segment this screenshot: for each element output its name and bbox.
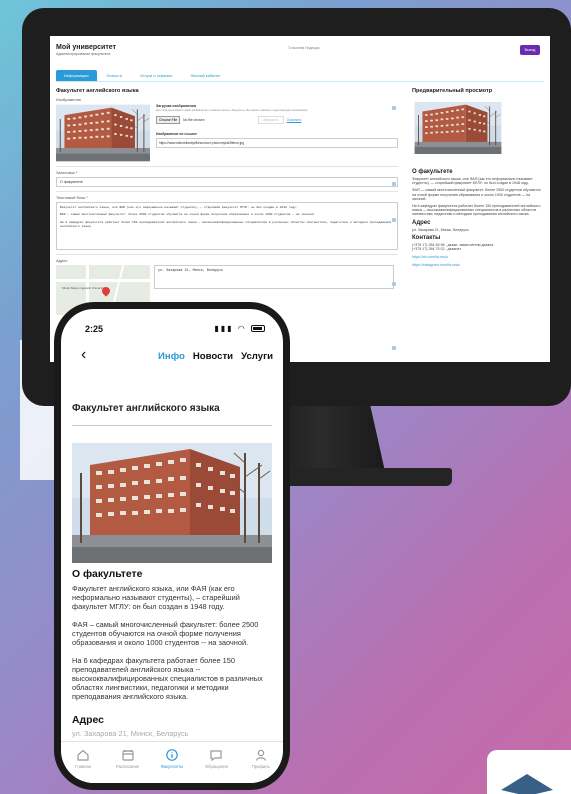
app-subtitle: Администрирование факультета bbox=[56, 52, 111, 56]
preview-paragraph: На 6 кафедрах факультета работает более … bbox=[412, 204, 541, 217]
nav-info[interactable]: Инфо bbox=[158, 351, 185, 362]
file-status: No file chosen bbox=[183, 118, 205, 122]
tabbar-schedule[interactable]: Расписание bbox=[108, 748, 148, 783]
phone-content: О факультете Факультет английского языка… bbox=[72, 569, 272, 738]
user-icon bbox=[255, 749, 266, 761]
status-time: 2:25 bbox=[85, 324, 104, 334]
upload-button[interactable]: Загрузить bbox=[258, 116, 284, 124]
tabbar-label: Обращения bbox=[204, 764, 228, 769]
admin-header: Мой университет Администрирование факуль… bbox=[56, 44, 544, 66]
nav-links: Инфо Новости Услуги bbox=[158, 351, 273, 362]
drag-handle-icon[interactable] bbox=[392, 182, 396, 186]
preview-building-image bbox=[412, 102, 504, 154]
tabbar-label: Профиль bbox=[251, 764, 270, 769]
upload-hint: Для загрузки выберите файл изображения и… bbox=[156, 109, 308, 112]
text-block-label: Текстовый блок * bbox=[56, 195, 88, 200]
tabbar-faculties[interactable]: Факультеты bbox=[152, 748, 192, 783]
phone-nav: ‹ Инфо Новости Услуги bbox=[61, 345, 283, 371]
admin-tabs: Информация Новости Услуги и сервисы Личн… bbox=[56, 70, 544, 82]
preview-about-heading: О факультете bbox=[412, 169, 453, 175]
phone-frame: 2:25 ▮▮▮ ◠ ‹ Инфо Новости Услуги Факульт… bbox=[54, 302, 290, 790]
upload-controls: Choose File No file chosen Загрузить Очи… bbox=[156, 116, 398, 124]
chevron-left-icon[interactable]: ‹ bbox=[81, 346, 86, 364]
tabbar-profile[interactable]: Профиль bbox=[241, 748, 281, 783]
image-url-label: Изображение по ссылке bbox=[156, 132, 197, 136]
clear-link[interactable]: Очистить bbox=[287, 118, 302, 122]
choose-file-button[interactable]: Choose File bbox=[156, 116, 181, 124]
phone-screen: 2:25 ▮▮▮ ◠ ‹ Инфо Новости Услуги Факульт… bbox=[61, 309, 283, 783]
tab-info[interactable]: Информация bbox=[56, 70, 97, 81]
preview-address: ул. Захарова 21, Минск, Беларусь bbox=[412, 227, 469, 232]
preview-contact-line: (+375 17) 284 75 02 - деканат bbox=[412, 247, 461, 252]
preview-address-heading: Адрес bbox=[412, 219, 431, 226]
text-paragraph: Факультет английского языка, или ФАЯ (ка… bbox=[60, 206, 298, 209]
editor-title: Факультет английского языка bbox=[56, 88, 139, 94]
phone-address: ул. Захарова 21, Минск, Беларусь bbox=[72, 729, 189, 738]
text-paragraph: ФАЯ — самый многочисленный факультет: бо… bbox=[60, 213, 316, 217]
tabbar-home[interactable]: Главная bbox=[63, 748, 103, 783]
corner-logo bbox=[487, 750, 571, 794]
image-url-input[interactable]: https://www.sbitureilanbyi/files/univer-… bbox=[156, 138, 398, 148]
phone-tabbar: Главная Расписание Факультеты Обращения … bbox=[61, 741, 283, 783]
tab-cabinet[interactable]: Личный кабинет bbox=[182, 70, 228, 81]
text-paragraph: На 6 кафедрах факультета работает более … bbox=[60, 220, 392, 229]
preview-panel: Предварительный просмотр О факультете Фа… bbox=[412, 88, 542, 267]
phone-about-heading: О факультете bbox=[72, 569, 143, 580]
map-label: Minsk State Linguistic University bbox=[62, 286, 106, 290]
text-block-input[interactable]: Факультет английского языка, или ФАЯ (ка… bbox=[56, 202, 398, 250]
map-road bbox=[56, 279, 150, 282]
preview-contacts-heading: Контакты bbox=[412, 234, 441, 241]
tabbar-requests[interactable]: Обращения bbox=[196, 748, 236, 783]
drag-handle-icon[interactable] bbox=[392, 346, 396, 350]
phone-paragraph: ФАЯ – самый многочисленный факультет: бо… bbox=[72, 620, 259, 647]
divider bbox=[72, 425, 272, 426]
exit-button[interactable]: Выход bbox=[520, 45, 540, 55]
upload-block: Загрузка изображения Для загрузки выбери… bbox=[156, 104, 398, 162]
chat-icon bbox=[210, 750, 222, 762]
preview-link-instagram[interactable]: https://instagram.com/fia-mslu bbox=[412, 263, 542, 267]
user-name: Толкачева Надежда bbox=[288, 46, 320, 50]
drag-handle-icon[interactable] bbox=[392, 282, 396, 286]
preview-paragraph: ФАЯ — самый многочисленный факультет: бо… bbox=[412, 188, 541, 201]
divider bbox=[56, 254, 398, 255]
tabbar-label: Факультеты bbox=[160, 764, 184, 769]
image-row: Загрузка изображения Для загрузки выбери… bbox=[56, 104, 398, 162]
nav-news[interactable]: Новости bbox=[193, 351, 233, 362]
tab-services[interactable]: Услуги и сервисы bbox=[132, 70, 180, 81]
preview-title: Предварительный просмотр bbox=[412, 88, 493, 94]
address-label: Адрес bbox=[56, 258, 68, 263]
divider bbox=[56, 166, 398, 167]
preview-paragraph: Факультет английского языка, или ФАЯ (ка… bbox=[412, 177, 533, 186]
status-bar: 2:25 ▮▮▮ ◠ bbox=[61, 309, 283, 339]
phone-address-heading: Адрес bbox=[72, 715, 104, 726]
logo-icon bbox=[501, 774, 553, 794]
expand-icon[interactable] bbox=[392, 106, 396, 110]
tabbar-label: Главная bbox=[75, 764, 92, 769]
drag-handle-icon[interactable] bbox=[392, 218, 396, 222]
preview-link-vk[interactable]: https://vk.com/fia-mslu bbox=[412, 255, 542, 259]
signal-icon: ▮▮▮ bbox=[214, 324, 234, 333]
faculty-building-image bbox=[56, 104, 150, 162]
phone-paragraph: Факультет английского языка, или ФАЯ (ка… bbox=[72, 584, 240, 611]
divider bbox=[56, 191, 398, 192]
title-label: Заголовок * bbox=[56, 170, 78, 175]
info-icon bbox=[166, 749, 178, 761]
wifi-icon: ◠ bbox=[237, 324, 247, 333]
battery-icon bbox=[251, 325, 265, 333]
phone-paragraph: На 6 кафедрах факультета работает более … bbox=[72, 656, 263, 701]
home-icon bbox=[77, 749, 89, 761]
phone-page-title: Факультет английского языка bbox=[72, 403, 220, 414]
tabbar-label: Расписание bbox=[116, 764, 140, 769]
upload-title: Загрузка изображения bbox=[156, 104, 196, 108]
tab-news[interactable]: Новости bbox=[99, 70, 130, 81]
phone-building-image bbox=[72, 443, 272, 563]
title-input[interactable]: О факультете bbox=[56, 177, 398, 187]
calendar-icon bbox=[121, 750, 134, 761]
address-input[interactable]: ул. Захарова 21, Минск, Беларусь bbox=[154, 265, 394, 289]
editor-panel: Факультет английского языка Изображение … bbox=[56, 88, 398, 325]
status-icons: ▮▮▮ ◠ bbox=[214, 324, 265, 333]
image-label: Изображение bbox=[56, 97, 82, 102]
nav-services[interactable]: Услуги bbox=[241, 351, 273, 362]
